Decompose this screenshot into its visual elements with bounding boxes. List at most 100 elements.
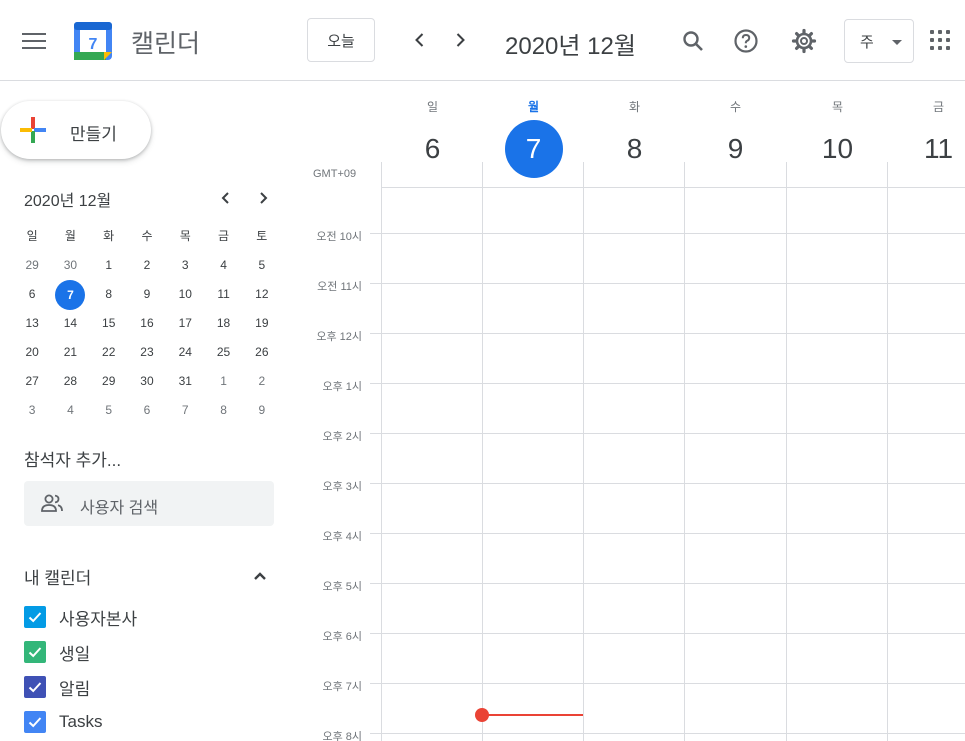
hour-line: [370, 533, 965, 534]
mini-next-month-button[interactable]: [255, 190, 271, 206]
mini-week-row: 27 28 29 30 31 1 2: [13, 367, 281, 396]
prev-week-button[interactable]: [410, 30, 430, 50]
hour-label: 오후 4시: [322, 531, 362, 543]
plus-icon: [20, 117, 46, 143]
grid-top-border: [381, 187, 965, 188]
mini-day[interactable]: 7: [166, 396, 204, 425]
mini-day[interactable]: 3: [166, 251, 204, 280]
mini-day[interactable]: 31: [166, 367, 204, 396]
hour-line: [370, 283, 965, 284]
mini-day[interactable]: 18: [204, 309, 242, 338]
calendar-item[interactable]: 사용자본사: [24, 605, 137, 629]
day-header[interactable]: 일6: [382, 98, 483, 172]
mini-day[interactable]: 30: [51, 251, 89, 280]
day-header[interactable]: 금 11: [888, 98, 965, 172]
calendar-item[interactable]: Tasks: [24, 710, 102, 734]
mini-day[interactable]: 4: [51, 396, 89, 425]
mini-day[interactable]: 1: [90, 251, 128, 280]
hour-label: 오전 10시: [316, 231, 362, 243]
mini-day[interactable]: 21: [51, 338, 89, 367]
mini-day[interactable]: 5: [243, 251, 281, 280]
view-selector-label: 주: [860, 33, 874, 51]
mini-day[interactable]: 29: [90, 367, 128, 396]
mini-day[interactable]: 1: [204, 367, 242, 396]
chevron-left-icon: [221, 192, 229, 204]
calendar-checkbox[interactable]: [24, 606, 46, 628]
day-column-divider: [786, 162, 787, 741]
mini-day[interactable]: 11: [204, 280, 242, 309]
mini-day[interactable]: 5: [90, 396, 128, 425]
hour-label: 오후 3시: [322, 481, 362, 493]
calendar-logo-icon: 7: [74, 22, 112, 60]
today-button[interactable]: 오늘: [307, 18, 375, 62]
mini-day[interactable]: 27: [13, 367, 51, 396]
mini-day[interactable]: 24: [166, 338, 204, 367]
help-button[interactable]: [733, 28, 759, 54]
mini-day[interactable]: 6: [13, 280, 51, 309]
mini-day[interactable]: 2: [243, 367, 281, 396]
mini-day[interactable]: 16: [128, 309, 166, 338]
calendar-checkbox[interactable]: [24, 641, 46, 663]
mini-day[interactable]: 8: [90, 280, 128, 309]
mini-day[interactable]: 19: [243, 309, 281, 338]
calendar-name: 알림: [59, 679, 91, 699]
help-icon: [734, 29, 758, 53]
day-header[interactable]: 화8: [584, 98, 685, 172]
day-column-divider: [482, 162, 483, 741]
mini-day[interactable]: 17: [166, 309, 204, 338]
mini-day[interactable]: 6: [128, 396, 166, 425]
mini-day[interactable]: 13: [13, 309, 51, 338]
day-number: 7: [483, 120, 584, 178]
main-menu-icon[interactable]: [22, 33, 46, 51]
day-header[interactable]: 목 10: [787, 98, 888, 172]
day-of-week-label: 수: [729, 100, 742, 114]
mini-day-selected[interactable]: 7: [51, 280, 89, 310]
create-button[interactable]: 만들기: [1, 101, 151, 159]
search-icon: [683, 31, 703, 51]
day-header[interactable]: 월7: [483, 98, 584, 178]
google-apps-icon[interactable]: [930, 30, 950, 50]
mini-day[interactable]: 28: [51, 367, 89, 396]
mini-day[interactable]: 10: [166, 280, 204, 309]
mini-day[interactable]: 8: [204, 396, 242, 425]
mini-day[interactable]: 22: [90, 338, 128, 367]
mini-day[interactable]: 4: [204, 251, 242, 280]
mini-day[interactable]: 20: [13, 338, 51, 367]
calendar-item[interactable]: 생일: [24, 640, 90, 664]
next-week-button[interactable]: [450, 30, 470, 50]
chevron-up-icon: [254, 572, 266, 580]
day-of-week-label: 일: [426, 100, 439, 114]
mini-day[interactable]: 3: [13, 396, 51, 425]
calendar-checkbox[interactable]: [24, 711, 46, 733]
calendar-item[interactable]: 알림: [24, 675, 90, 699]
mini-day[interactable]: 9: [128, 280, 166, 309]
mini-day[interactable]: 15: [90, 309, 128, 338]
current-range-title: 2020년 12월: [505, 33, 636, 60]
view-selector[interactable]: 주: [844, 19, 914, 63]
mini-day[interactable]: 29: [13, 251, 51, 280]
hour-label: 오후 7시: [322, 681, 362, 693]
mini-day[interactable]: 12: [243, 280, 281, 309]
mini-day[interactable]: 14: [51, 309, 89, 338]
chevron-left-icon: [415, 33, 424, 47]
hour-line: [370, 383, 965, 384]
hour-label: 오후 5시: [322, 581, 362, 593]
today-day-number: 7: [504, 120, 563, 178]
mini-day[interactable]: 26: [243, 338, 281, 367]
mini-day[interactable]: 9: [243, 396, 281, 425]
hour-line: [370, 333, 965, 334]
app-title: 캘린더: [131, 30, 201, 58]
hour-label: 오후 8시: [322, 731, 362, 741]
calendar-checkbox[interactable]: [24, 676, 46, 698]
search-people-input[interactable]: 사용자 검색: [24, 481, 274, 526]
day-header[interactable]: 수9: [685, 98, 786, 172]
mini-day[interactable]: 2: [128, 251, 166, 280]
mini-day[interactable]: 23: [128, 338, 166, 367]
mini-prev-month-button[interactable]: [218, 190, 234, 206]
settings-button[interactable]: [791, 28, 817, 54]
mini-weekday-label: 목: [179, 229, 191, 243]
mini-day[interactable]: 25: [204, 338, 242, 367]
mini-day[interactable]: 30: [128, 367, 166, 396]
collapse-my-calendars-button[interactable]: [252, 568, 268, 584]
search-button[interactable]: [680, 28, 706, 54]
